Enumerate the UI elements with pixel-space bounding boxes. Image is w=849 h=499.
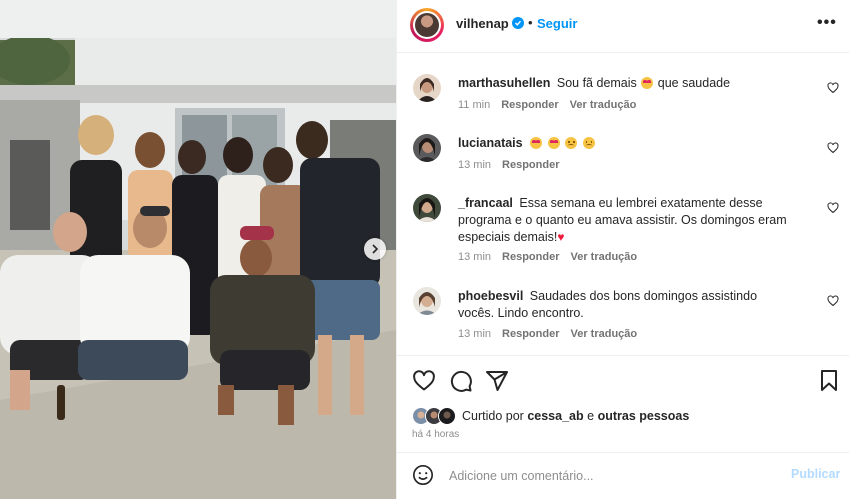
comment-input[interactable] bbox=[447, 465, 771, 487]
author-username[interactable]: vilhenap bbox=[456, 16, 509, 31]
like-comment-heart-icon[interactable] bbox=[827, 202, 839, 214]
share-send-icon[interactable] bbox=[485, 369, 509, 393]
post-header: vilhenap • Seguir ••• bbox=[397, 0, 849, 53]
commenter-avatar[interactable] bbox=[413, 287, 441, 315]
heart-eyes-emoji-icon bbox=[530, 137, 543, 149]
like-comment-heart-icon[interactable] bbox=[827, 82, 839, 94]
reply-button[interactable]: Responder bbox=[502, 328, 559, 340]
comment-meta: 13 min Responder Ver tradução bbox=[458, 251, 637, 263]
reply-button[interactable]: Responder bbox=[501, 99, 558, 111]
follow-button[interactable]: Seguir bbox=[537, 16, 577, 31]
comment-meta: 11 min Responder Ver tradução bbox=[458, 99, 636, 111]
reply-button[interactable]: Responder bbox=[502, 251, 559, 263]
commenter-username[interactable]: phoebesvil bbox=[458, 289, 523, 303]
chevron-right-icon bbox=[372, 244, 379, 254]
post-photo[interactable] bbox=[0, 0, 396, 499]
comment-bubble-icon[interactable] bbox=[449, 369, 473, 393]
comment-time: 11 min bbox=[458, 99, 491, 111]
translate-button[interactable]: Ver tradução bbox=[571, 328, 638, 340]
comment-text: lucianatais bbox=[458, 135, 788, 152]
comment-time: 13 min bbox=[458, 251, 492, 263]
other-likers-link[interactable]: outras pessoas bbox=[598, 409, 690, 423]
sad-face-emoji-icon bbox=[565, 137, 578, 149]
separator-dot: • bbox=[528, 15, 533, 30]
comment-meta: 13 min Responder bbox=[458, 159, 560, 171]
post-comment-button[interactable]: Publicar bbox=[791, 467, 840, 481]
heart-eyes-emoji-icon bbox=[547, 137, 560, 149]
like-heart-icon[interactable] bbox=[412, 369, 436, 393]
group-photo-image bbox=[0, 0, 396, 499]
commenter-username[interactable]: lucianatais bbox=[458, 136, 523, 150]
post-timestamp[interactable]: há 4 horas bbox=[412, 429, 459, 440]
author-avatar[interactable] bbox=[410, 8, 444, 42]
liker-username[interactable]: cessa_ab bbox=[527, 409, 583, 423]
likes-summary: Curtido por cessa_ab e outras pessoas bbox=[412, 406, 689, 426]
like-comment-heart-icon[interactable] bbox=[827, 142, 839, 154]
commenter-username[interactable]: marthasuhellen bbox=[458, 76, 550, 90]
more-options-icon[interactable]: ••• bbox=[817, 14, 837, 32]
commenter-avatar[interactable] bbox=[413, 194, 441, 222]
comment-time: 13 min bbox=[458, 159, 492, 171]
heart-eyes-emoji-icon bbox=[641, 77, 654, 89]
comment-composer: Publicar bbox=[397, 452, 849, 496]
commenter-avatar[interactable] bbox=[413, 134, 441, 162]
emoji-picker-icon[interactable] bbox=[412, 464, 434, 486]
post-actions: Curtido por cessa_ab e outras pessoas há… bbox=[397, 355, 849, 495]
translate-button[interactable]: Ver tradução bbox=[570, 99, 637, 111]
red-heart-emoji-icon: ♥ bbox=[557, 230, 565, 244]
reply-button[interactable]: Responder bbox=[502, 159, 559, 171]
comment-meta: 13 min Responder Ver tradução bbox=[458, 328, 637, 340]
comment-text: _francaal Essa semana eu lembrei exatame… bbox=[458, 196, 787, 244]
comment-text: phoebesvil Saudades dos bons domingos as… bbox=[458, 289, 758, 320]
commenter-username[interactable]: _francaal bbox=[458, 196, 513, 210]
comment-time: 13 min bbox=[458, 328, 492, 340]
translate-button[interactable]: Ver tradução bbox=[571, 251, 638, 263]
comment-text: marthasuhellen Sou fã demais que saudade bbox=[458, 76, 731, 90]
verified-badge-icon bbox=[512, 17, 524, 29]
commenter-avatar[interactable] bbox=[413, 74, 441, 102]
liker-avatar[interactable] bbox=[438, 407, 456, 425]
likes-text: Curtido por cessa_ab e outras pessoas bbox=[462, 409, 690, 423]
sad-face-emoji-icon bbox=[582, 137, 595, 149]
like-comment-heart-icon[interactable] bbox=[827, 295, 839, 307]
save-bookmark-icon[interactable] bbox=[818, 369, 840, 393]
next-photo-button[interactable] bbox=[364, 238, 386, 260]
post-side-panel: vilhenap • Seguir ••• marthasuhellen Sou… bbox=[396, 0, 849, 499]
